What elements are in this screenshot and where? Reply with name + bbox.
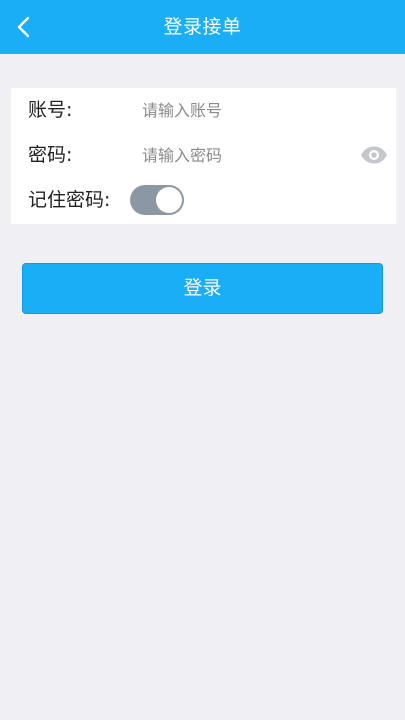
- account-row: 账号:: [11, 88, 396, 132]
- page-title: 登录接单: [163, 16, 242, 38]
- account-label: 账号:: [28, 99, 73, 121]
- navigation-bar: 登录接单: [0, 0, 405, 54]
- remember-password-row: 记住密码:: [11, 178, 396, 222]
- account-input[interactable]: [142, 93, 352, 127]
- password-row: 密码:: [11, 133, 396, 177]
- toggle-knob: [156, 187, 182, 213]
- remember-password-label: 记住密码:: [28, 189, 111, 211]
- remember-password-toggle[interactable]: [130, 185, 184, 215]
- login-form: 账号: 密码: 记住密码:: [11, 88, 396, 224]
- toggle-password-visibility-button[interactable]: [360, 143, 388, 167]
- eye-icon: [361, 146, 387, 164]
- login-button[interactable]: 登录: [22, 263, 383, 314]
- password-input[interactable]: [142, 138, 352, 172]
- password-label: 密码:: [28, 144, 73, 166]
